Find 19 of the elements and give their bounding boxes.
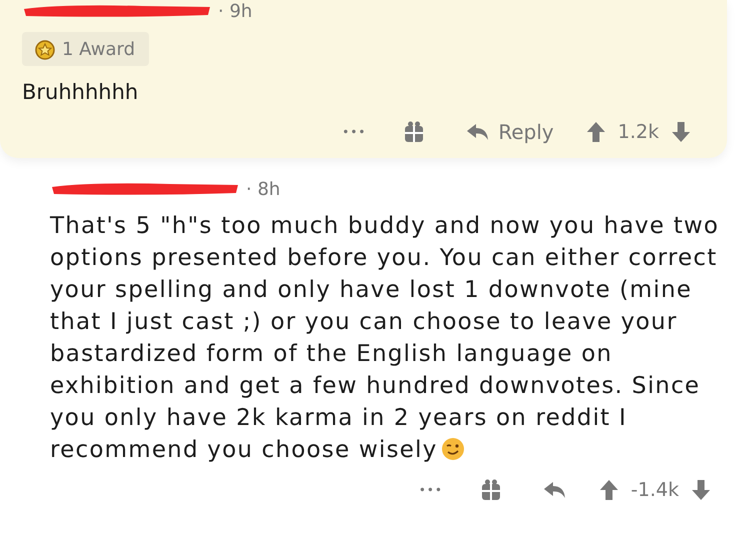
reply-button[interactable]: Reply bbox=[466, 120, 554, 144]
reply-arrow-icon bbox=[542, 480, 567, 500]
comment-time: · 9h bbox=[218, 0, 252, 22]
reply-arrow-icon bbox=[466, 122, 490, 142]
award-badge: 1 Award bbox=[22, 32, 150, 66]
wink-emoji-icon bbox=[441, 437, 466, 461]
comment-text: Bruhhhhhh bbox=[22, 79, 140, 106]
comment-time: · 8h bbox=[246, 178, 280, 200]
reply-button[interactable] bbox=[542, 480, 567, 500]
upvote-arrow-icon[interactable] bbox=[586, 121, 606, 143]
award-icon bbox=[34, 38, 56, 60]
downvote-arrow-icon[interactable] bbox=[671, 121, 691, 143]
downvote-arrow-icon[interactable] bbox=[691, 479, 711, 501]
upvote-arrow-icon[interactable] bbox=[598, 479, 619, 501]
vote-score: -1.4k bbox=[630, 479, 679, 501]
comment-text: That's 5 "h"s too much buddy and now you have two options presented before you. You can either correct your spelling and only have lost 1 downvote (mine that I just cast ;) or you can choose to leave your bastardized form of the English language on exhibition and get a few hundred downvotes. Since you only have 2k karma in 2 years on reddit I recommend you choose wisely bbox=[50, 212, 720, 465]
more-options-button[interactable]: ••• bbox=[418, 483, 443, 497]
vote-score: 1.2k bbox=[618, 121, 659, 143]
more-options-button[interactable]: ••• bbox=[342, 125, 366, 139]
